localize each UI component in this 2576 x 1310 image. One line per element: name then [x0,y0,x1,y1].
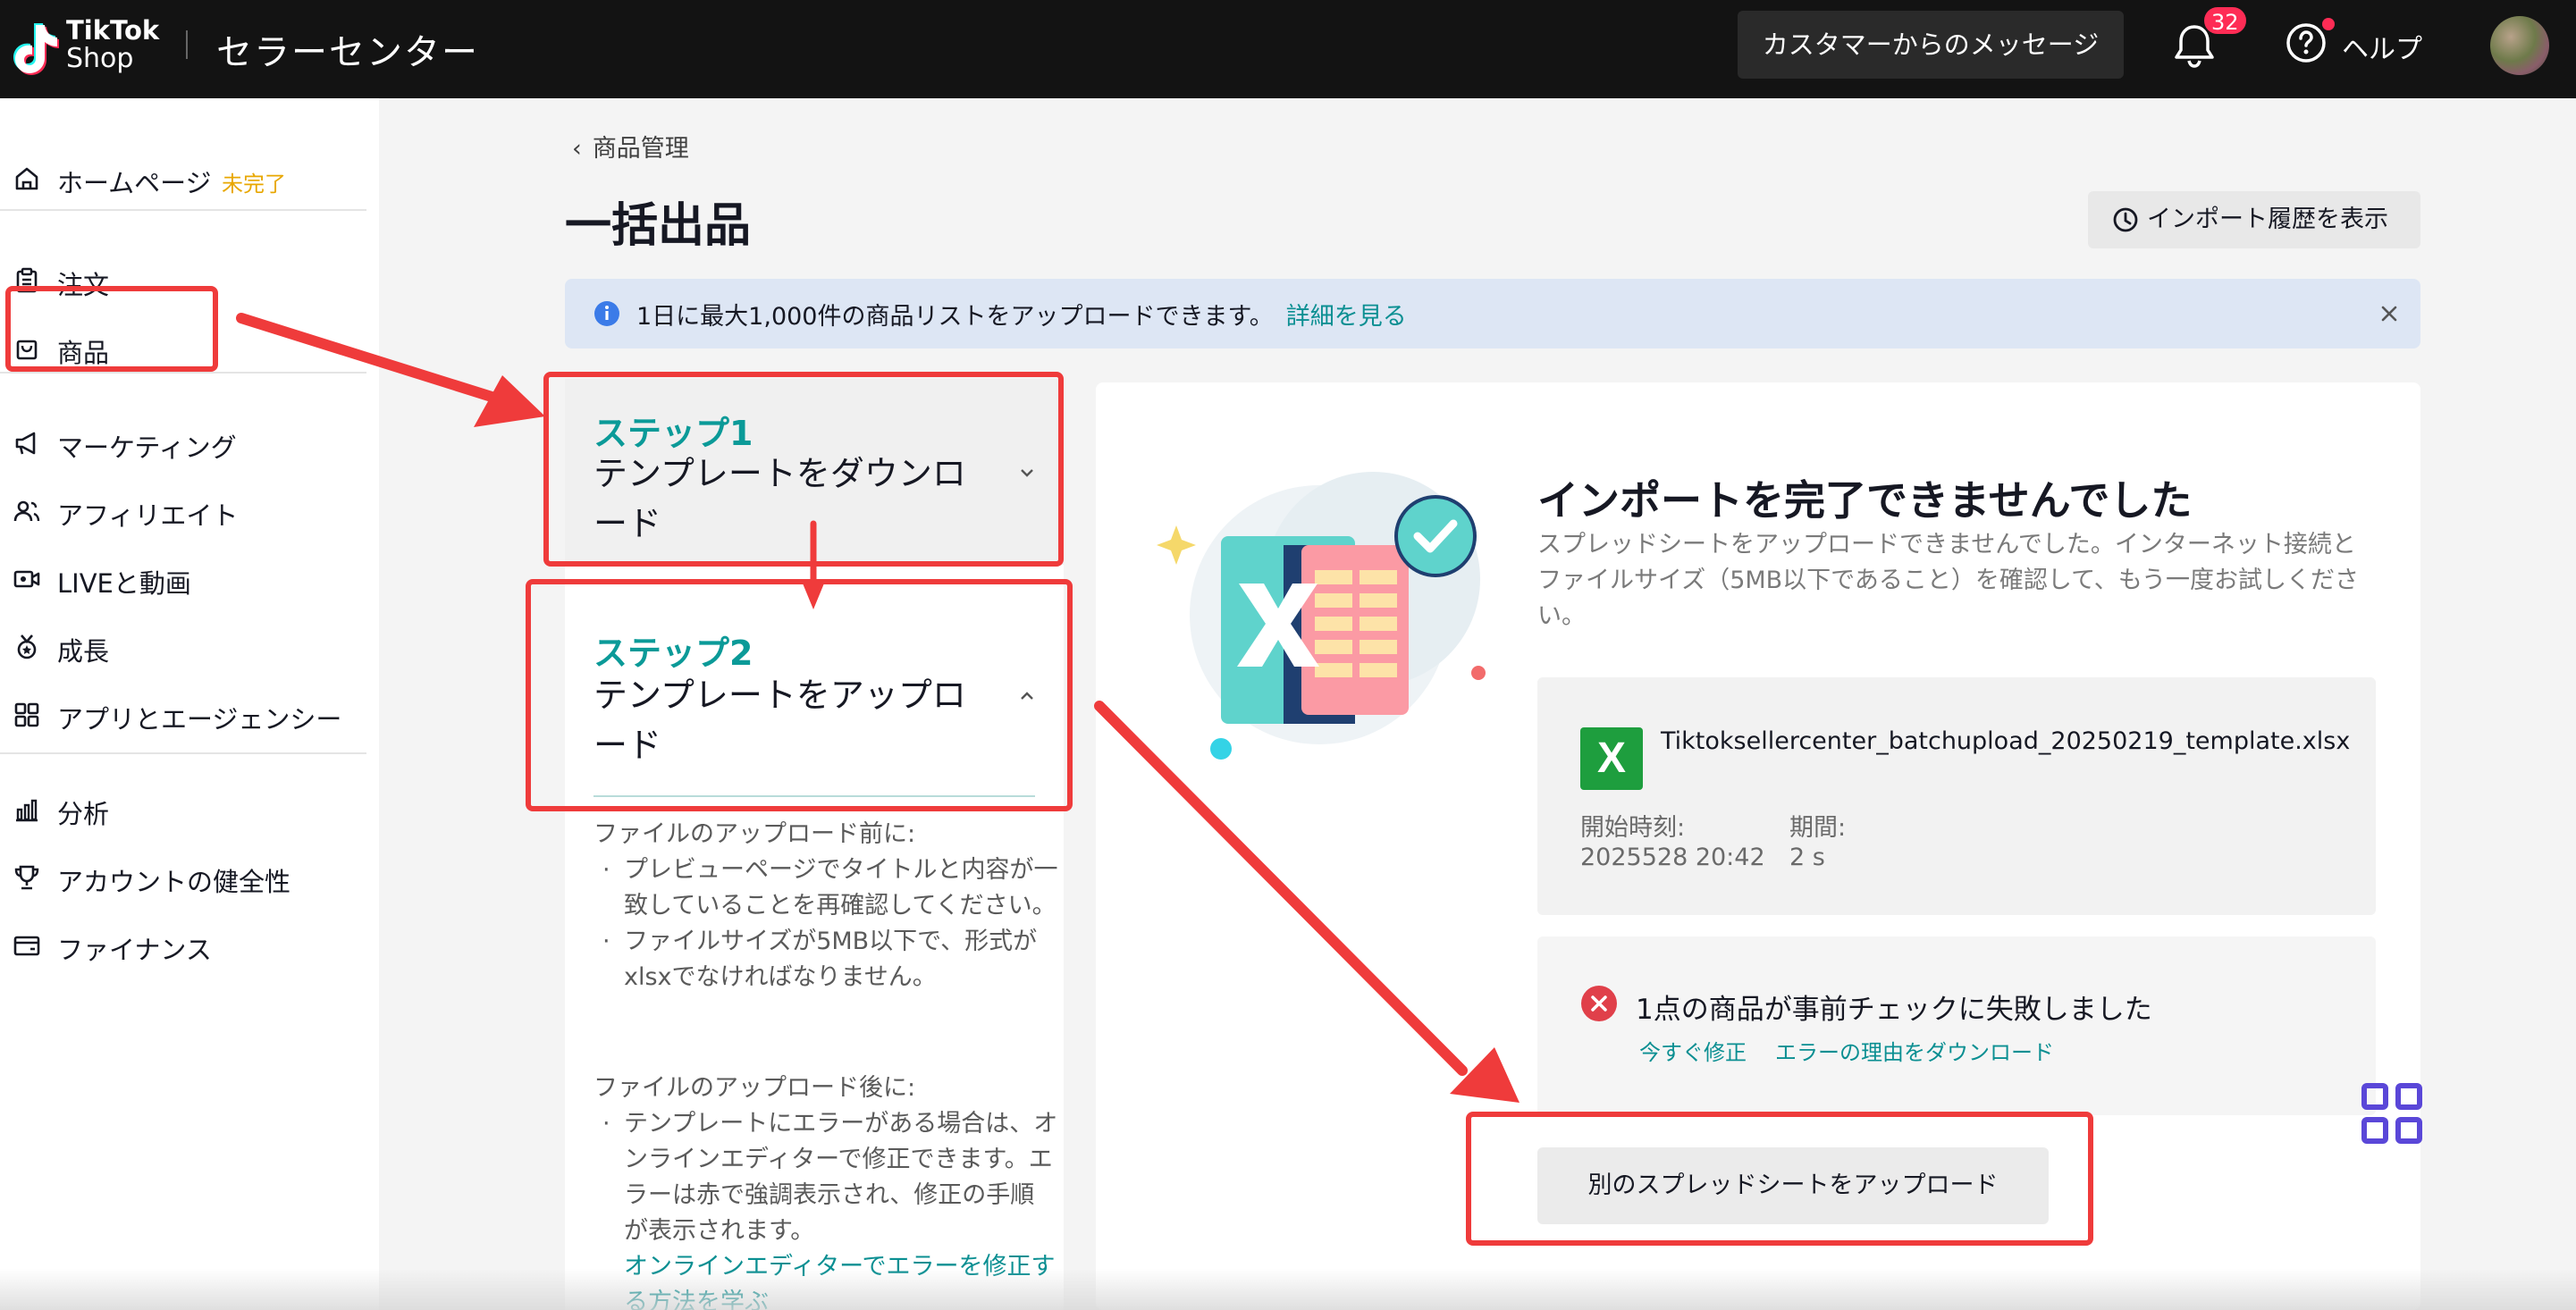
sidebar-item-label: アカウントの健全性 [57,867,291,897]
sidebar-divider [0,752,366,754]
duration-label: 期間: [1789,814,1847,842]
import-history-button[interactable]: インポート履歴を表示 [2088,191,2420,248]
sidebar: ホームページ 未完了 注文 商品 マーケティング アフィリエイト LIVEと動画… [0,98,379,1310]
banner-text: 1日に最大1,000件の商品リストをアップロードできます。 [636,303,1274,331]
annotation-box-step2 [526,579,1073,811]
sidebar-item-label: LIVEと動画 [57,568,191,599]
sidebar-item-account-health[interactable]: アカウントの健全性 [13,851,370,904]
chevron-left-icon: ‹ [572,135,582,163]
sidebar-divider [0,209,366,211]
spreadsheet-illustration [1157,472,1486,760]
before-upload-bullet: ファイルサイズが5MB以下で、形式がxlsxでなければなりません。 [593,924,1058,995]
sidebar-divider [0,372,366,374]
breadcrumb-label: 商品管理 [592,135,689,163]
result-description: スプレッドシートをアップロードできませんでした。インターネット接続とファイルサイ… [1537,531,2359,630]
error-x-icon [1581,986,1617,1021]
people-icon [13,500,40,522]
grid-menu-icon[interactable] [2360,1081,2424,1146]
download-error-reasons-link[interactable]: エラーの理由をダウンロード [1775,1035,2054,1066]
incomplete-badge: 未完了 [222,172,286,197]
page-title: 一括出品 [565,199,752,253]
sidebar-item-live-video[interactable]: LIVEと動画 [13,552,370,606]
start-time-label: 開始時刻: [1580,814,1686,842]
sidebar-item-label: アフィリエイト [57,500,239,531]
megaphone-icon [15,432,36,455]
annotation-box-step1 [543,372,1064,567]
medal-icon [17,634,37,659]
file-name: Tiktoksellercenter_batchupload_20250219_… [1661,727,2351,755]
wallet-icon [13,936,40,956]
breadcrumb[interactable]: ‹ 商品管理 [572,129,689,164]
before-upload-heading: ファイルのアップロード前に: [593,820,916,848]
before-upload-section: ファイルのアップロード前に: プレビューページでタイトルと内容が一致していること… [593,817,1058,995]
customer-messages-button[interactable]: カスタマーからのメッセージ [1738,11,2124,79]
sidebar-item-label: アプリとエージェンシー [57,704,342,735]
info-banner: 1日に最大1,000件の商品リストをアップロードできます。 詳細を見る [565,279,2420,348]
duration-value: 2 s [1789,844,1825,871]
after-upload-bullet-text: テンプレートにエラーがある場合は、オンラインエディターで修正できます。エラーは赤… [624,1110,1058,1245]
info-icon [594,301,619,326]
file-info-box: X Tiktoksellercenter_batchupload_2025021… [1537,677,2376,915]
annotation-box-upload-button [1466,1112,2093,1246]
after-upload-heading: ファイルのアップロード後に: [593,1074,916,1102]
before-upload-bullet: プレビューページでタイトルと内容が一致していることを再確認してください。 [593,852,1058,924]
annotation-box-products [5,286,218,372]
close-icon[interactable] [2376,300,2403,327]
fix-now-link[interactable]: 今すぐ修正 [1639,1035,1747,1066]
apps-icon [14,702,39,727]
excel-file-icon: X [1580,727,1643,790]
tiktok-shop-logo[interactable]: TikTok Shop [13,16,164,82]
error-message: 1点の商品が事前チェックに失敗しました [1636,994,2152,1026]
video-icon [13,570,40,588]
learn-more-link[interactable]: 詳細を見る [1286,303,1407,331]
help-icon[interactable] [2285,21,2328,64]
import-history-label: インポート履歴を表示 [2147,206,2388,233]
sidebar-item-apps-agencies[interactable]: アプリとエージェンシー [13,688,370,742]
sidebar-item-growth[interactable]: 成長 [13,620,370,674]
sidebar-item-label: ホームページ [57,168,212,198]
tiktok-logo-icon [13,23,59,75]
error-summary-box: 1点の商品が事前チェックに失敗しました 今すぐ修正 エラーの理由をダウンロード [1537,936,2376,1115]
home-icon [15,167,38,190]
sidebar-item-affiliate[interactable]: アフィリエイト [13,484,370,538]
sidebar-item-label: ファイナンス [57,935,212,965]
sidebar-item-label: マーケティング [57,432,237,463]
help-notification-dot [2322,18,2335,30]
sidebar-item-label: 成長 [57,636,110,667]
sidebar-item-finance[interactable]: ファイナンス [13,919,370,972]
top-bar: TikTok Shop セラーセンター カスタマーからのメッセージ 32 ヘルプ [0,0,2576,98]
clock-icon [2113,207,2138,232]
help-link[interactable]: ヘルプ [2342,27,2422,66]
app-title: セラーセンター [216,32,479,73]
notification-badge: 32 [2202,5,2248,36]
sidebar-item-marketing[interactable]: マーケティング [13,416,370,470]
logo-divider [186,30,188,59]
chart-icon [16,799,38,822]
result-title: インポートを完了できませんでした [1537,476,2193,525]
trophy-icon [14,865,39,890]
logo-line2: Shop [66,43,134,74]
logo-line1: TikTok [66,15,160,46]
start-time-value: 2025528 20:42 [1580,844,1765,871]
sidebar-item-label: 分析 [57,799,110,829]
sidebar-item-analytics[interactable]: 分析 [13,783,370,836]
sidebar-item-home[interactable]: ホームページ 未完了 [13,152,370,206]
user-avatar[interactable] [2490,16,2549,75]
bottom-fade [0,1269,2576,1310]
